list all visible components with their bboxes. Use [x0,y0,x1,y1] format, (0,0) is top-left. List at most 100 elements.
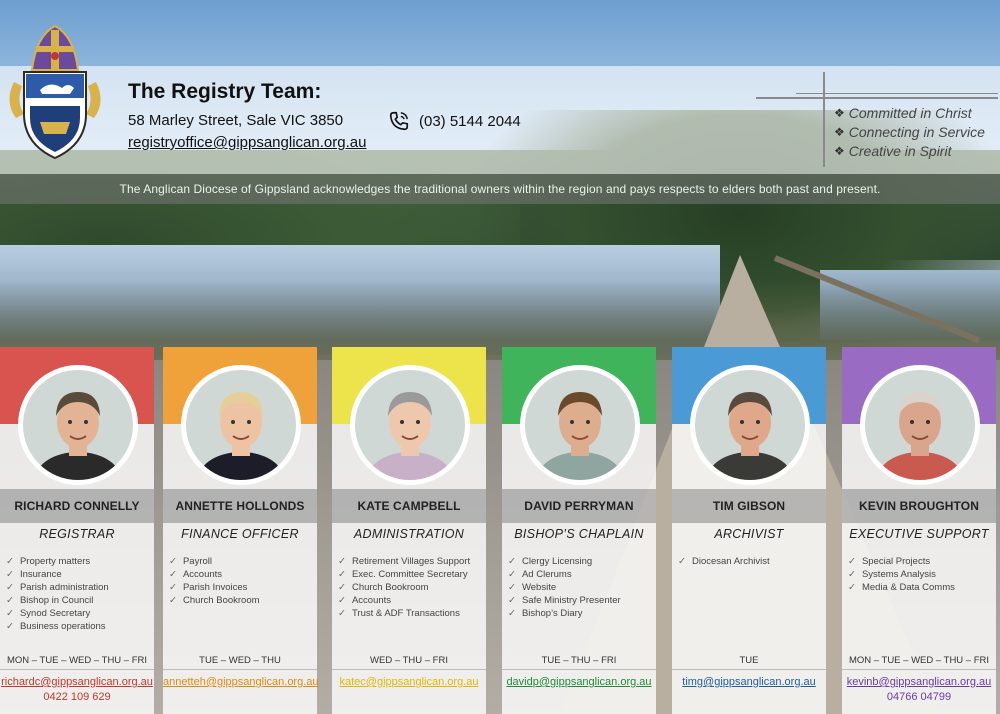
office-phone: (03) 5144 2044 [419,112,521,130]
staff-photo [186,370,296,480]
motto-item: ❖ Creative in Spirit [834,143,952,159]
duty-item: ✓ Ad Clerums [508,569,572,580]
cross-horizontal [756,97,998,99]
team-card: ANNETTE HOLLONDS FINANCE OFFICER ✓ Payrol… [163,347,319,714]
photo-frame [18,365,138,485]
duty-list: ✓ Diocesan Archivist [678,555,770,568]
acknowledgement-band: The Anglican Diocese of Gippsland acknow… [0,174,1000,204]
check-icon: ✓ [508,556,516,567]
staff-role: FINANCE OFFICER [181,527,299,541]
check-icon: ✓ [169,569,177,580]
duty-item: ✓ Accounts [169,569,223,580]
staff-name: DAVID PERRYMAN [524,499,634,513]
working-days: TUE – WED – THU [199,655,281,666]
working-days: MON – TUE – WED – THU – FRI [6,655,148,666]
photo-frame [181,365,301,485]
staff-role: ARCHIVIST [714,527,784,541]
team-card: KEVIN BROUGHTON EXECUTIVE SUPPORT ✓ Speci… [842,347,996,714]
cross-horizontal-thin [796,93,998,94]
staff-name: RICHARD CONNELLY [14,499,140,513]
duty-item: ✓ Trust & ADF Transactions [338,608,460,619]
check-icon: ✓ [169,582,177,593]
office-phone-group: (03) 5144 2044 [388,110,521,132]
card-divider [0,669,154,670]
staff-email-link[interactable]: richardc@gippsanglican.org.au [0,676,154,688]
check-icon: ✓ [6,582,14,593]
staff-email-link[interactable]: kevinb@gippsanglican.org.au [842,676,996,688]
office-email-link[interactable]: registryoffice@gippsanglican.org.au [128,134,366,151]
duty-item: ✓ Safe Ministry Presenter [508,595,621,606]
check-icon: ✓ [6,608,14,619]
diamond-bullet-icon: ❖ [834,125,845,139]
staff-photo [525,370,635,480]
staff-email-link[interactable]: davidp@gippsanglican.org.au [502,676,656,688]
staff-email-link[interactable]: timg@gippsanglican.org.au [672,676,826,688]
duty-item: ✓ Parish administration [6,582,109,593]
check-icon: ✓ [338,582,346,593]
duty-item: ✓ Parish Invoices [169,582,248,593]
working-days: TUE – THU – FRI [541,655,617,666]
duty-item: ✓ Media & Data Comms [848,582,955,593]
name-bar: TIM GIBSON [672,489,826,523]
duty-list: ✓ Special Projects ✓ Systems Analysis ✓ Media… [848,555,955,594]
check-icon: ✓ [169,595,177,606]
phone-icon [389,111,409,131]
name-bar: KATE CAMPBELL [332,489,486,523]
check-icon: ✓ [508,582,516,593]
staff-phone: 0422 109 629 [43,691,111,703]
photo-frame [350,365,470,485]
staff-phone: 04766 04799 [886,691,952,703]
duty-item: ✓ Clergy Licensing [508,556,593,567]
acknowledgement-text: The Anglican Diocese of Gippsland acknow… [119,182,881,196]
duty-item: ✓ Church Bookroom [169,595,260,606]
diamond-bullet-icon: ❖ [834,106,845,120]
check-icon: ✓ [508,608,516,619]
staff-name: TIM GIBSON [712,499,786,513]
check-icon: ✓ [508,569,516,580]
team-card: TIM GIBSON ARCHIVIST ✓ Diocesan Archivist… [672,347,826,714]
staff-name: KATE CAMPBELL [357,499,461,513]
staff-email-link[interactable]: annetteh@gippsanglican.org.au [163,676,319,688]
duty-item: ✓ Bishop’s Diary [508,608,583,619]
page-title: The Registry Team: [128,80,322,103]
staff-name: ANNETTE HOLLONDS [175,499,305,513]
duty-item: ✓ Synod Secretary [6,608,91,619]
card-divider [163,669,317,670]
diamond-bullet-icon: ❖ [834,144,845,158]
duty-item: ✓ Payroll [169,556,213,567]
check-icon: ✓ [848,569,856,580]
duty-list: ✓ Property matters ✓ Insurance ✓ Parish admin… [6,555,109,633]
duty-item: ✓ Special Projects [848,556,931,567]
card-divider [672,669,826,670]
staff-email-link[interactable]: katec@gippsanglican.org.au [332,676,486,688]
duty-item: ✓ Diocesan Archivist [678,556,770,567]
check-icon: ✓ [6,621,14,632]
check-icon: ✓ [6,569,14,580]
duty-item: ✓ Retirement Villages Support [338,556,471,567]
motto-item: ❖ Connecting in Service [834,124,985,140]
name-bar: DAVID PERRYMAN [502,489,656,523]
duty-list: ✓ Payroll ✓ Accounts ✓ Parish Invoices ✓ Church… [169,555,260,607]
staff-role: ADMINISTRATION [353,527,465,541]
check-icon: ✓ [848,582,856,593]
cross-vertical [823,72,825,167]
staff-role: BISHOP’S CHAPLAIN [514,527,644,541]
check-icon: ✓ [6,595,14,606]
card-divider [502,669,656,670]
photo-frame [520,365,640,485]
name-bar: ANNETTE HOLLONDS [163,489,317,523]
name-bar: RICHARD CONNELLY [0,489,154,523]
check-icon: ✓ [169,556,177,567]
team-card: RICHARD CONNELLY REGISTRAR ✓ Property mat… [0,347,154,714]
team-card: DAVID PERRYMAN BISHOP’S CHAPLAIN ✓ Clergy… [502,347,656,714]
team-card: KATE CAMPBELL ADMINISTRATION ✓ Retirement… [332,347,486,714]
working-days: WED – THU – FRI [370,655,448,666]
card-divider [332,669,486,670]
duty-item: ✓ Church Bookroom [338,582,429,593]
name-bar: KEVIN BROUGHTON [842,489,996,523]
diocese-crest-icon [9,24,101,160]
motto-list: ❖ Committed in Christ ❖ Connecting in Serv… [834,104,985,161]
staff-photo [695,370,805,480]
working-days: TUE [739,655,759,666]
staff-role: EXECUTIVE SUPPORT [849,527,989,541]
